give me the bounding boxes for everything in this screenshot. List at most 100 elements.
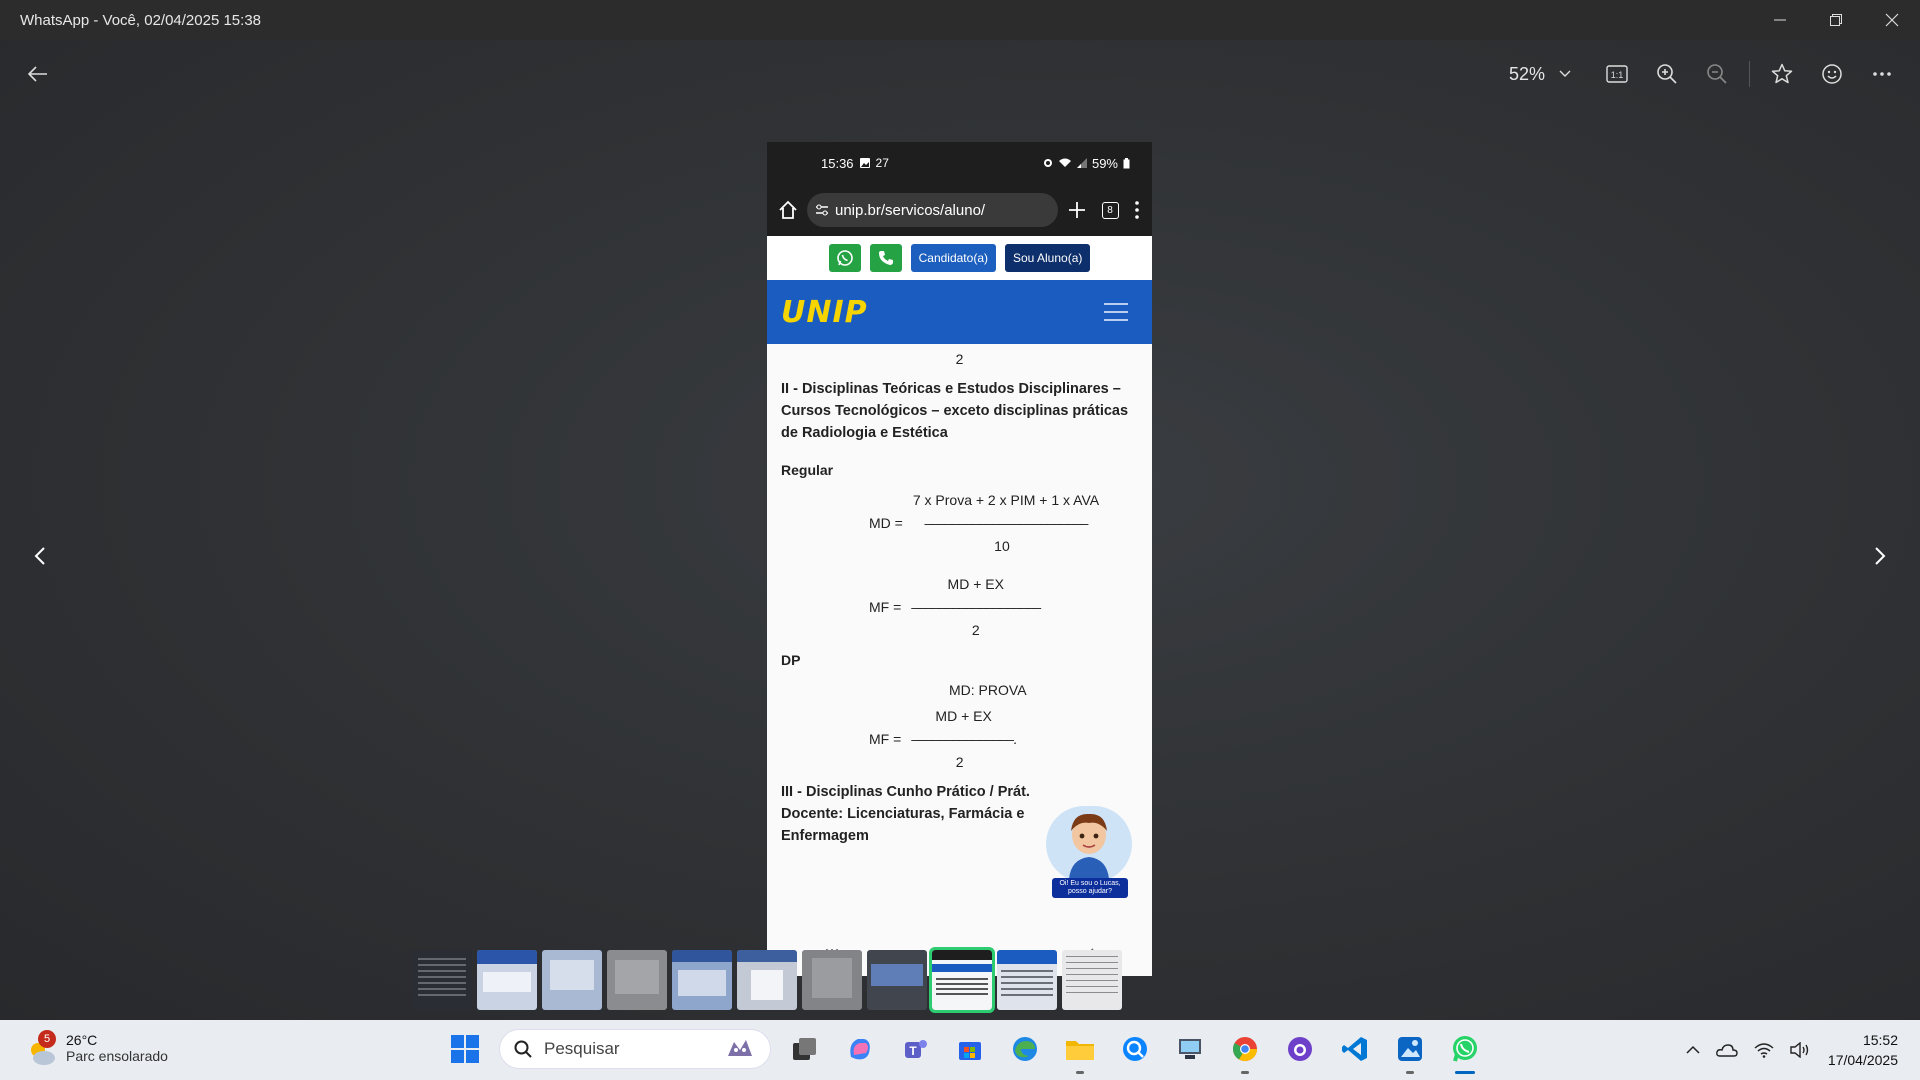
start-button[interactable] <box>444 1028 486 1070</box>
title-bar: WhatsApp - Você, 02/04/2025 15:38 <box>0 0 1920 40</box>
new-tab-icon[interactable] <box>1066 199 1088 221</box>
notification-count: 27 <box>875 156 889 170</box>
chat-assistant-widget[interactable]: Oi! Eu sou o Lucas, posso ajudar? <box>1046 806 1134 898</box>
gallery-notification-icon <box>859 158 870 168</box>
file-explorer-button[interactable] <box>1059 1028 1101 1074</box>
github-icon <box>1288 1037 1312 1061</box>
github-desktop-button[interactable] <box>1279 1028 1321 1070</box>
zoom-in-button[interactable] <box>1649 56 1685 92</box>
taskbar-search[interactable]: Pesquisar <box>499 1029 771 1069</box>
restore-button[interactable] <box>1808 0 1864 40</box>
folder-icon <box>1066 1041 1094 1060</box>
phone-call-button[interactable] <box>869 244 902 272</box>
chevron-left-icon <box>34 547 45 565</box>
regular-label: Regular <box>781 462 834 478</box>
candidate-button[interactable]: Candidato(a) <box>910 244 996 272</box>
assistant-avatar-icon <box>1069 813 1109 879</box>
clock-date: 17/04/2025 <box>1827 1052 1898 1068</box>
task-view-button[interactable] <box>784 1028 826 1070</box>
minimize-icon <box>1774 19 1786 21</box>
onedrive-icon[interactable] <box>1716 1042 1738 1058</box>
mf-fraction-line: ––––––––––––––––––– <box>911 599 1041 615</box>
thumbnail[interactable] <box>997 950 1057 1010</box>
next-image-button[interactable] <box>1862 538 1898 574</box>
remote-desktop-button[interactable] <box>1169 1028 1211 1070</box>
url-text: unip.br/servicos/aluno/ <box>835 201 986 219</box>
browser-url-bar: unip.br/servicos/aluno/ 8 <box>767 184 1152 236</box>
svg-text:1:1: 1:1 <box>1611 70 1624 80</box>
quick-assist-button[interactable] <box>1114 1028 1156 1070</box>
thumbnail[interactable] <box>607 950 667 1010</box>
previous-image-button[interactable] <box>22 538 58 574</box>
weather-icon-wrap: 5 <box>26 1030 56 1066</box>
md-fraction: 7 x Prova + 2 x PIM + 1 x AVA ––––––––––… <box>913 489 1099 557</box>
md-lhs: MD = <box>869 515 903 531</box>
edge-icon <box>1013 1037 1037 1061</box>
chat-bubble-text: Oi! Eu sou o Lucas, posso ajudar? <box>1052 878 1128 898</box>
thumbnail-active[interactable] <box>929 947 995 1013</box>
teams-button[interactable]: T <box>894 1028 936 1070</box>
thumbnail[interactable] <box>672 950 732 1010</box>
hamburger-menu-icon[interactable] <box>1104 303 1128 321</box>
teams-icon: T <box>905 1040 927 1058</box>
tabs-button[interactable]: 8 <box>1096 196 1124 224</box>
page-content: 2 II - Disciplinas Teóricas e Estudos Di… <box>767 348 1152 942</box>
copilot-button[interactable] <box>839 1028 881 1070</box>
home-icon[interactable] <box>777 199 799 221</box>
dp-label: DP <box>781 652 801 668</box>
thumbnail[interactable] <box>412 950 472 1010</box>
phone-status-bar: 15:36 27 59% <box>767 142 1152 184</box>
chevron-right-icon <box>1875 547 1886 565</box>
md-denominator: 10 <box>994 538 1010 554</box>
unip-logo[interactable]: UNIP <box>781 295 868 330</box>
thumbnail[interactable] <box>477 950 537 1010</box>
assistant-avatar <box>1046 806 1132 882</box>
whatsapp-button[interactable] <box>828 244 861 272</box>
whatsapp-app-button[interactable] <box>1444 1028 1486 1074</box>
vscode-button[interactable] <box>1334 1028 1376 1070</box>
browser-menu-icon[interactable] <box>1132 199 1142 221</box>
back-button[interactable] <box>22 58 54 90</box>
store-button[interactable] <box>949 1028 991 1070</box>
edge-button[interactable] <box>1004 1028 1046 1070</box>
zoom-in-icon <box>1657 64 1677 84</box>
more-icon <box>1873 72 1891 76</box>
dp-md-line: MD: PROVA <box>949 682 1027 698</box>
mf-formula: MF = MD + EX ––––––––––––––––––– 2 <box>781 573 1138 641</box>
mf-denominator: 2 <box>971 622 980 638</box>
taskbar-apps: Pesquisar T <box>444 1028 1486 1074</box>
zoom-out-button[interactable] <box>1699 56 1735 92</box>
weather-description: Parc ensolarado <box>66 1048 168 1064</box>
student-button[interactable]: Sou Aluno(a) <box>1004 244 1091 272</box>
weather-widget[interactable]: 5 26°C Parc ensolarado <box>26 1030 168 1066</box>
more-options-button[interactable] <box>1864 56 1900 92</box>
wifi-tray-icon[interactable] <box>1754 1042 1774 1058</box>
thumbnail[interactable] <box>737 950 797 1010</box>
volume-icon[interactable] <box>1790 1042 1812 1058</box>
close-button[interactable] <box>1864 0 1920 40</box>
react-button[interactable] <box>1814 56 1850 92</box>
page-number: 2 <box>955 351 964 367</box>
chevron-down-icon <box>1559 70 1571 77</box>
actual-size-button[interactable]: 1:1 <box>1599 56 1635 92</box>
thumbnail[interactable] <box>867 950 927 1010</box>
viewer-toolbar: 52% 1:1 <box>1509 56 1900 92</box>
image-viewer: 52% 1:1 15:36 27 59% unip.br/servicos/al… <box>0 40 1920 1020</box>
thumbnail[interactable] <box>542 950 602 1010</box>
photos-button[interactable] <box>1389 1028 1431 1074</box>
favorite-button[interactable] <box>1764 56 1800 92</box>
chevron-up-icon[interactable] <box>1686 1045 1700 1055</box>
taskbar-clock[interactable]: 15:52 17/04/2025 <box>1828 1030 1898 1070</box>
copilot-icon <box>850 1039 870 1060</box>
close-icon <box>1885 13 1899 27</box>
remote-desktop-icon <box>1179 1039 1201 1059</box>
thumbnail[interactable] <box>802 950 862 1010</box>
minimize-button[interactable] <box>1752 0 1808 40</box>
restore-icon <box>1830 14 1842 26</box>
chrome-icon <box>1232 1037 1257 1062</box>
chrome-button[interactable] <box>1224 1028 1266 1074</box>
thumbnail[interactable] <box>1062 950 1122 1010</box>
emoji-icon <box>1822 64 1842 84</box>
url-field[interactable]: unip.br/servicos/aluno/ <box>807 193 1058 227</box>
zoom-dropdown[interactable]: 52% <box>1509 64 1585 85</box>
